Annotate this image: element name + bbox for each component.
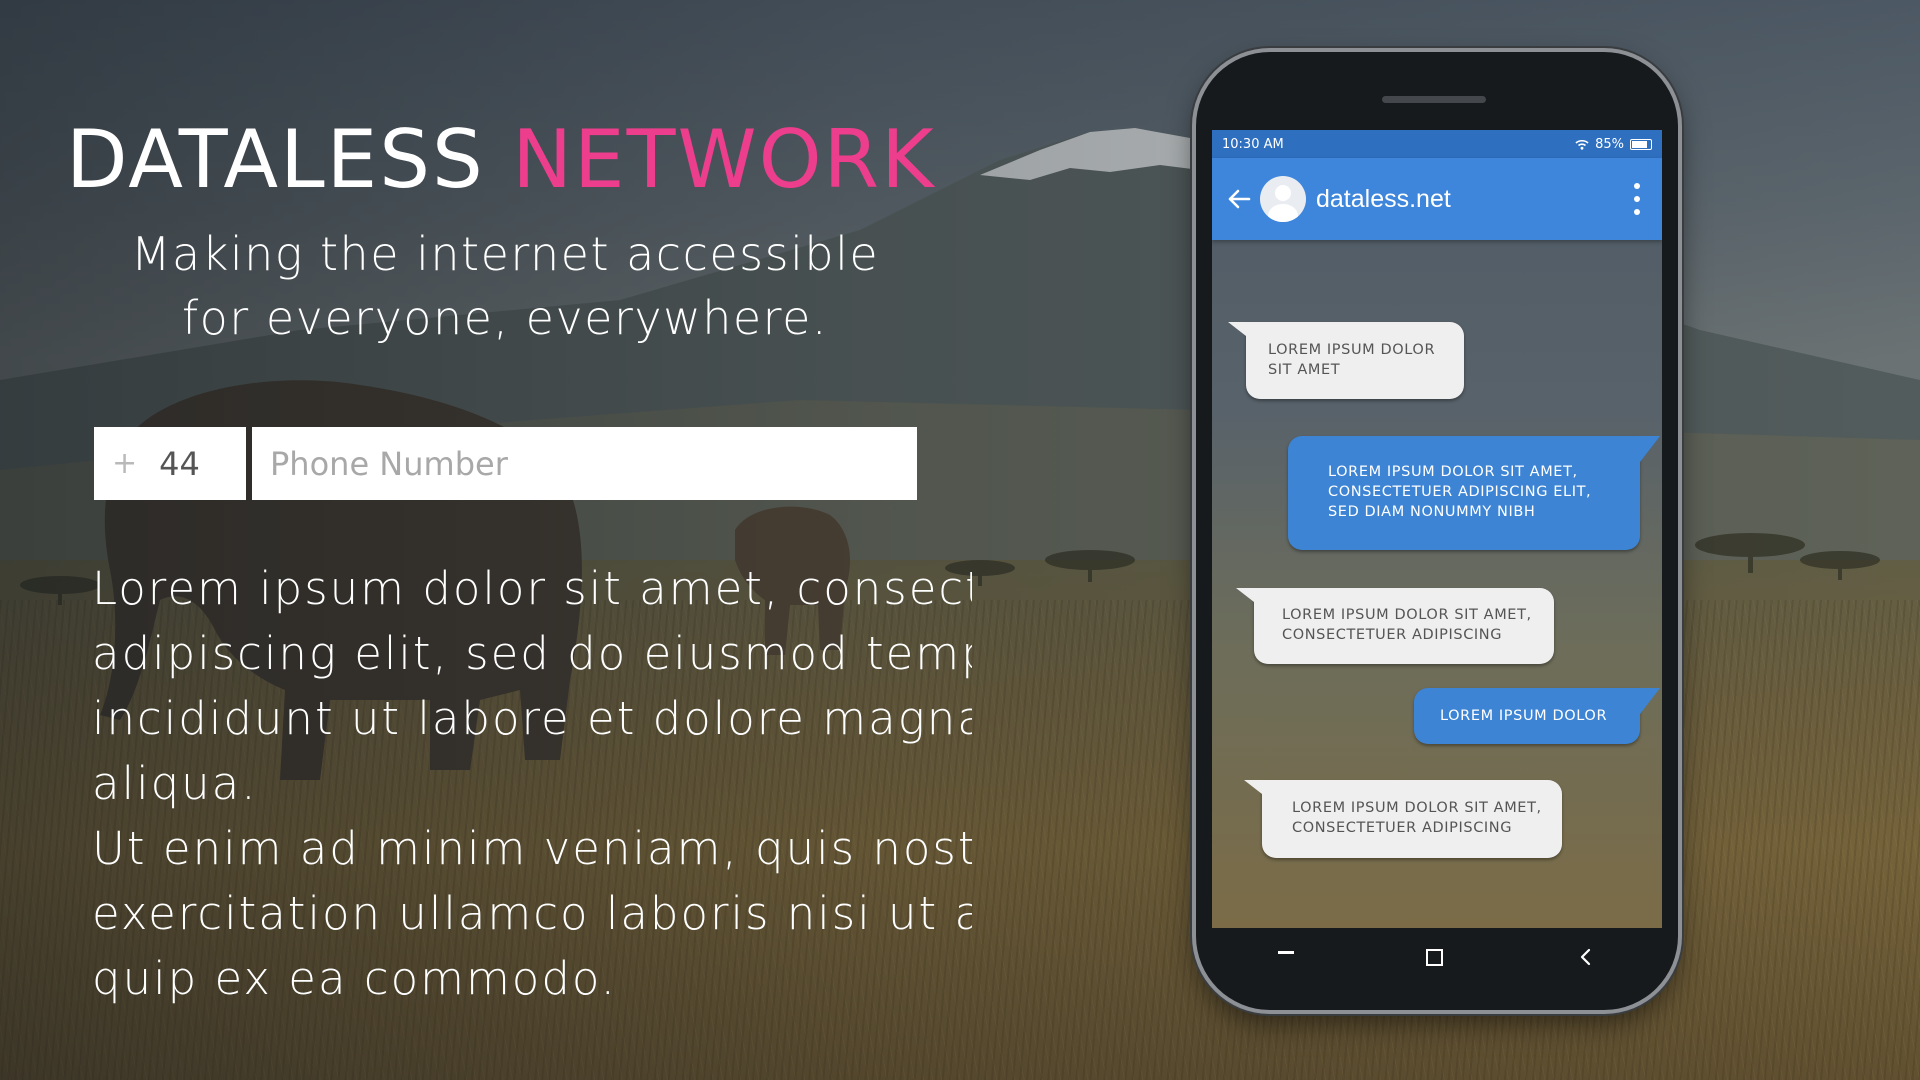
message-bubble-incoming: LOREM IPSUM DOLOR SIT AMET, CONSECTETUER… <box>1236 588 1554 664</box>
battery-percent: 85% <box>1595 136 1624 152</box>
user-avatar-icon[interactable] <box>1260 176 1306 222</box>
title-primary: DATALESS <box>66 113 513 206</box>
status-time: 10:30 AM <box>1222 136 1284 152</box>
body-line-7: quip ex ea commodo. <box>92 952 617 1005</box>
message-line: LOREM IPSUM DOLOR SIT AMET, <box>1328 464 1578 480</box>
message-line: LOREM IPSUM DOLOR SIT AMET, <box>1292 800 1542 816</box>
message-line: SIT AMET <box>1268 362 1341 378</box>
plus-symbol: + <box>112 446 138 481</box>
home-square-icon[interactable] <box>1426 948 1444 966</box>
contact-name[interactable]: dataless.net <box>1316 185 1451 214</box>
phone-screen: 10:30 AM 85% dataless.net LOREM IPSUM DO… <box>1212 130 1662 928</box>
message-bubble-outgoing: LOREM IPSUM DOLOR SIT AMET, CONSECTETUER… <box>1288 436 1660 550</box>
message-line: CONSECTETUER ADIPISCING <box>1282 627 1503 643</box>
body-line-2: adipiscing elit, sed do eiusmod temp <box>92 627 972 680</box>
message-line: LOREM IPSUM DOLOR <box>1440 708 1608 724</box>
country-code-input[interactable] <box>157 443 242 484</box>
android-nav-bar <box>1212 928 1662 986</box>
battery-icon <box>1630 138 1652 150</box>
message-line: SED DIAM NONUMMY NIBH <box>1328 504 1536 520</box>
message-line: CONSECTETUER ADIPISCING ELIT, <box>1328 484 1592 500</box>
country-code-field[interactable]: + <box>94 427 246 500</box>
body-paragraph: Lorem ipsum dolor sit amet, consect adip… <box>92 556 972 1011</box>
phone-mockup: 10:30 AM 85% dataless.net LOREM IPSUM DO… <box>1196 52 1678 1010</box>
body-line-6: exercitation ullamco laboris nisi ut ali <box>92 887 972 940</box>
title-accent: NETWORK <box>512 113 936 206</box>
phone-number-input[interactable] <box>252 427 917 500</box>
status-indicators: 85% <box>1575 137 1652 152</box>
message-bubble-outgoing: LOREM IPSUM DOLOR <box>1414 688 1660 744</box>
body-line-5: Ut enim ad minim veniam, quis nostr <box>92 822 972 875</box>
message-line: CONSECTETUER ADIPISCING <box>1292 820 1513 836</box>
chat-app-bar: dataless.net <box>1212 158 1662 240</box>
phone-speaker <box>1382 96 1486 103</box>
body-line-4: aliqua. <box>92 757 258 810</box>
message-bubble-incoming: LOREM IPSUM DOLOR SIT AMET, CONSECTETUER… <box>1244 780 1562 858</box>
message-line: LOREM IPSUM DOLOR SIT AMET, <box>1282 607 1532 623</box>
tagline-line-1: Making the internet accessible <box>130 227 880 281</box>
body-line-1: Lorem ipsum dolor sit amet, consect <box>92 562 972 615</box>
body-line-3: incididunt ut labore et dolore magna <box>92 692 972 745</box>
page-title: DATALESS NETWORK <box>66 120 936 200</box>
wifi-icon <box>1575 139 1589 150</box>
message-line: LOREM IPSUM DOLOR <box>1268 342 1436 358</box>
chevron-left-icon[interactable] <box>1576 947 1596 967</box>
recent-apps-icon[interactable] <box>1278 950 1295 954</box>
tagline: Making the internet accessible for every… <box>120 222 890 350</box>
arrow-left-icon[interactable] <box>1226 186 1252 212</box>
more-vertical-icon[interactable] <box>1634 183 1642 215</box>
message-bubble-incoming: LOREM IPSUM DOLOR SIT AMET <box>1228 322 1464 399</box>
phone-number-form: + <box>94 427 917 500</box>
status-bar: 10:30 AM 85% <box>1212 130 1662 158</box>
tagline-line-2: for everyone, everywhere. <box>181 291 829 345</box>
